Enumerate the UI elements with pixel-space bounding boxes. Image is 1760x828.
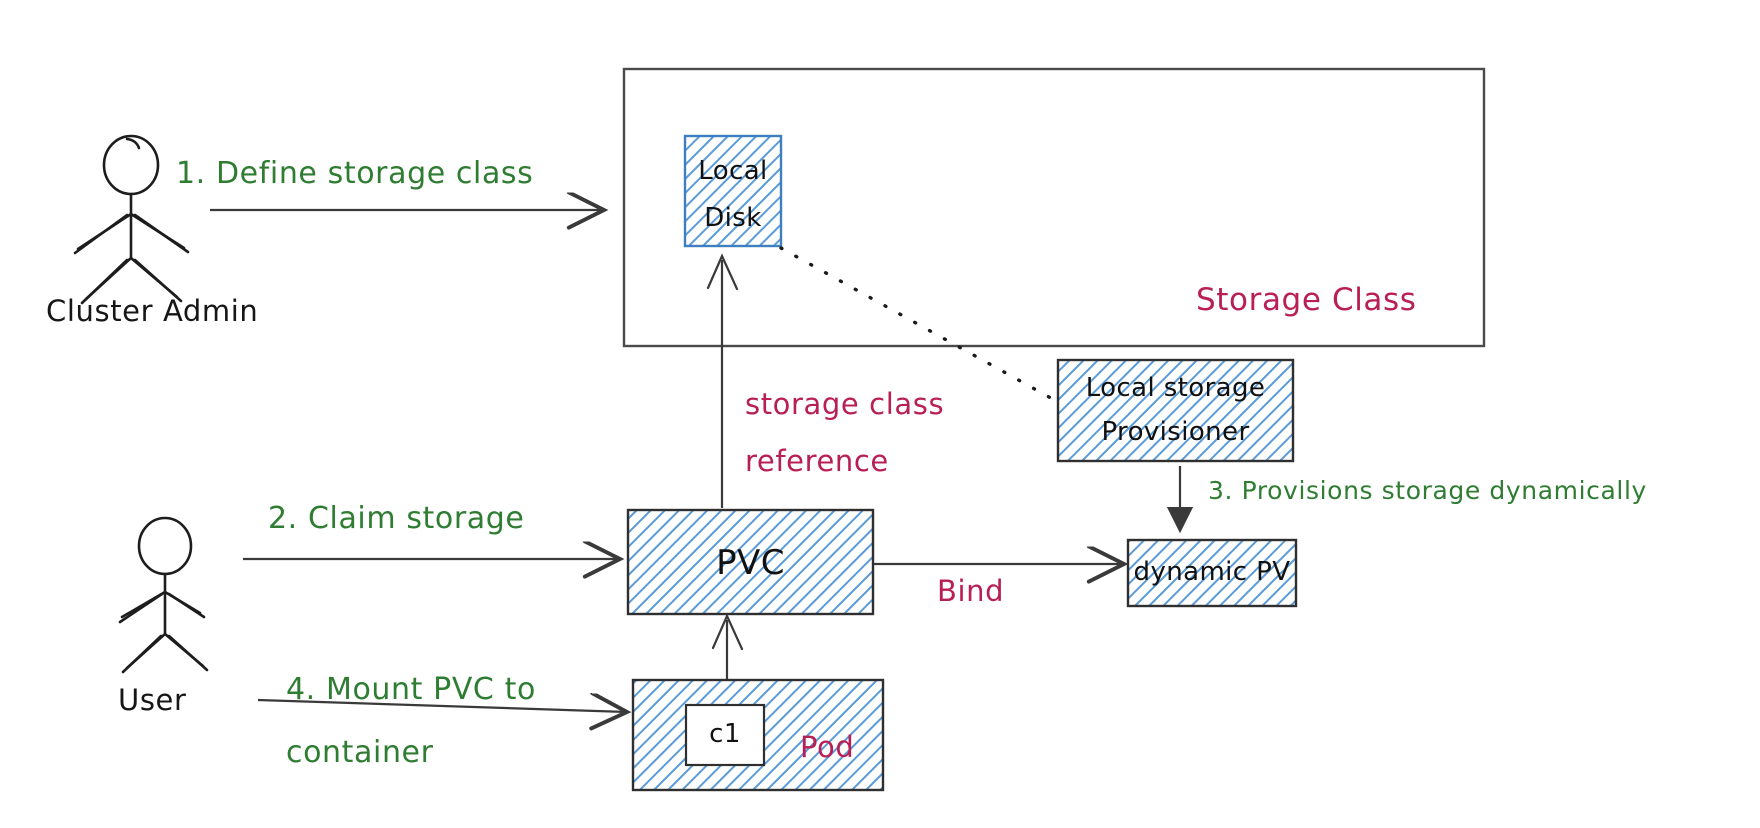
step-label-2: 2. Claim storage [268,501,525,536]
step-label-3: 3. Provisions storage dynamically [1208,476,1647,505]
dynamic-pv-label: dynamic PV [1133,557,1291,587]
actor-label-user: User [118,683,187,717]
container-c1-label: c1 [709,719,741,749]
step-label-4-line2: container [286,735,434,770]
local-disk-label-line1: Local [698,156,768,186]
arrow-storage-class-reference [706,253,739,508]
step-label-4-line1: 4. Mount PVC to [286,672,536,707]
edge-label-storage-class-reference-line1: storage class [745,387,945,421]
local-storage-provisioner-label-line1: Local storage [1085,373,1266,403]
storage-class-container-label: Storage Class [1196,282,1417,318]
diagram-canvas: Cluster Admin User 1. Define storage cla… [0,0,1760,828]
local-disk-label-line2: Disk [704,203,762,233]
edge-label-storage-class-reference-line2: reference [745,444,889,478]
step-label-1: 1. Define storage class [176,156,534,191]
pvc-label: PVC [716,543,785,583]
dotted-link-localdisk-provisioner [779,246,1060,404]
pod-label: Pod [800,730,855,764]
cluster-admin-figure [73,134,190,305]
actor-label-cluster-admin: Cluster Admin [46,294,259,328]
local-storage-provisioner-label-line2: Provisioner [1101,417,1250,447]
user-figure [118,516,209,674]
edge-label-bind: Bind [937,574,1005,608]
